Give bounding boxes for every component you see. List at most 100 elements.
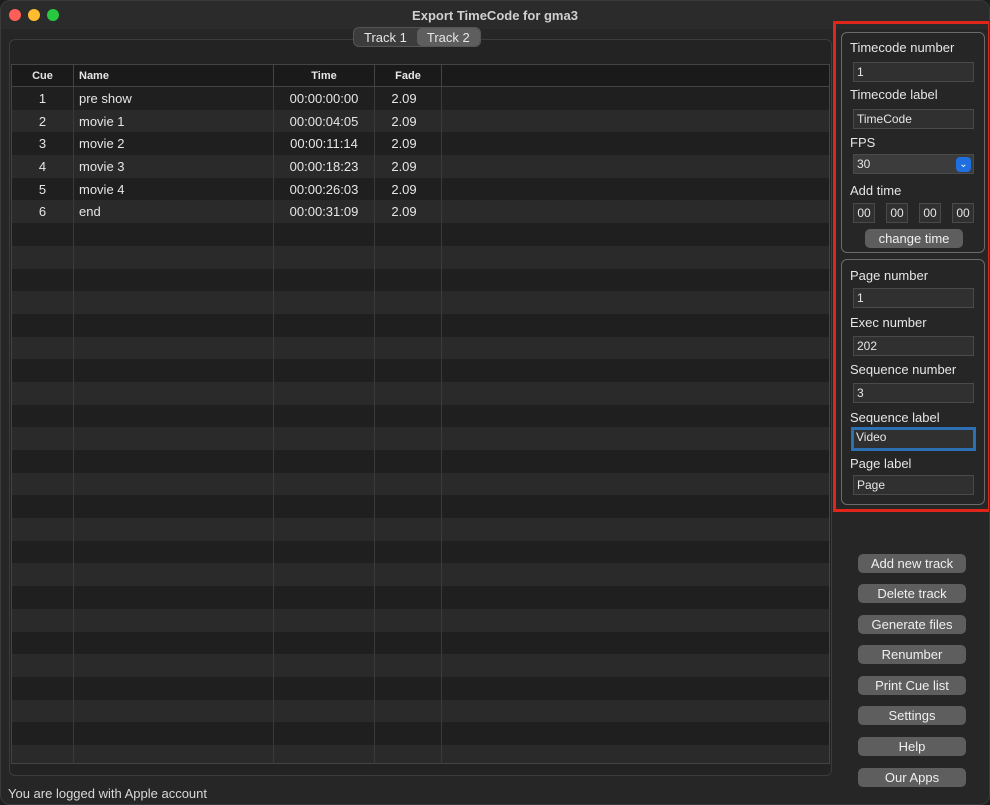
table-row[interactable] bbox=[12, 744, 829, 763]
cell-fade bbox=[375, 291, 442, 314]
table-row[interactable] bbox=[12, 540, 829, 564]
page-label-field[interactable]: Page bbox=[853, 475, 974, 495]
cell-time bbox=[274, 291, 375, 314]
table-row[interactable]: 1 pre show 00:00:00:00 2.09 bbox=[12, 87, 829, 110]
table-row[interactable] bbox=[12, 563, 829, 587]
sequence-number-field[interactable]: 3 bbox=[853, 383, 974, 403]
cell-empty bbox=[442, 677, 829, 700]
table-row[interactable] bbox=[12, 472, 829, 496]
table-row[interactable] bbox=[12, 336, 829, 360]
delete-track-button[interactable]: Delete track bbox=[858, 584, 966, 603]
table-row[interactable] bbox=[12, 381, 829, 405]
cell-time bbox=[274, 472, 375, 496]
add-time-seconds[interactable]: 00 bbox=[919, 203, 941, 223]
table-row[interactable] bbox=[12, 586, 829, 609]
cell-fade bbox=[375, 359, 442, 382]
cell-fade bbox=[375, 404, 442, 428]
cell-time bbox=[274, 608, 375, 632]
table-row[interactable] bbox=[12, 404, 829, 428]
table-row[interactable] bbox=[12, 722, 829, 745]
table-row[interactable] bbox=[12, 223, 829, 246]
cell-empty bbox=[442, 359, 829, 382]
cell-cue bbox=[12, 744, 74, 763]
cell-fade: 2.09 bbox=[375, 200, 442, 224]
table-row[interactable] bbox=[12, 268, 829, 292]
cell-name bbox=[74, 608, 274, 632]
generate-files-button[interactable]: Generate files bbox=[858, 615, 966, 634]
track-tabs: Track 1 Track 2 bbox=[353, 27, 481, 47]
table-row[interactable] bbox=[12, 631, 829, 655]
cell-name bbox=[74, 676, 274, 700]
cell-fade bbox=[375, 699, 442, 723]
table-row[interactable] bbox=[12, 699, 829, 723]
table-row[interactable] bbox=[12, 245, 829, 269]
cell-name bbox=[74, 450, 274, 473]
cell-name: movie 1 bbox=[74, 109, 274, 133]
table-row[interactable]: 4 movie 3 00:00:18:23 2.09 bbox=[12, 155, 829, 178]
add-time-minutes[interactable]: 00 bbox=[886, 203, 908, 223]
cell-time bbox=[274, 722, 375, 745]
column-header-name[interactable]: Name bbox=[74, 65, 274, 87]
cell-cue bbox=[12, 654, 74, 677]
table-row[interactable] bbox=[12, 313, 829, 337]
help-button[interactable]: Help bbox=[858, 737, 966, 756]
cell-fade bbox=[375, 722, 442, 745]
add-time-label: Add time bbox=[850, 183, 902, 198]
column-header-time[interactable]: Time bbox=[274, 65, 375, 87]
table-row[interactable] bbox=[12, 518, 829, 541]
cell-name bbox=[74, 495, 274, 519]
cell-fade bbox=[375, 654, 442, 677]
table-row[interactable]: 6 end 00:00:31:09 2.09 bbox=[12, 200, 829, 224]
tab-track-1[interactable]: Track 1 bbox=[354, 28, 417, 46]
cell-time: 00:00:31:09 bbox=[274, 200, 375, 224]
page-number-field[interactable]: 1 bbox=[853, 288, 974, 308]
table-row[interactable] bbox=[12, 450, 829, 473]
cell-fade bbox=[375, 427, 442, 450]
timecode-label-field[interactable]: TimeCode bbox=[853, 109, 974, 129]
cell-time bbox=[274, 268, 375, 292]
cell-empty bbox=[442, 405, 829, 428]
table-row[interactable] bbox=[12, 654, 829, 677]
table-row[interactable]: 3 movie 2 00:00:11:14 2.09 bbox=[12, 132, 829, 156]
table-row[interactable]: 2 movie 1 00:00:04:05 2.09 bbox=[12, 109, 829, 133]
table-row[interactable] bbox=[12, 608, 829, 632]
settings-button[interactable]: Settings bbox=[858, 706, 966, 725]
cell-name bbox=[74, 404, 274, 428]
column-header-fade[interactable]: Fade bbox=[375, 65, 442, 87]
cell-name bbox=[74, 518, 274, 541]
table-row[interactable] bbox=[12, 359, 829, 382]
print-cue-list-button[interactable]: Print Cue list bbox=[858, 676, 966, 695]
add-time-frames[interactable]: 00 bbox=[952, 203, 974, 223]
timecode-panel: Timecode number 1 Timecode label TimeCod… bbox=[841, 32, 985, 253]
timecode-number-field[interactable]: 1 bbox=[853, 62, 974, 82]
exec-number-field[interactable]: 202 bbox=[853, 336, 974, 356]
column-header-cue[interactable]: Cue bbox=[12, 65, 74, 87]
cell-fade bbox=[375, 608, 442, 632]
tab-track-2[interactable]: Track 2 bbox=[416, 28, 480, 46]
table-row[interactable] bbox=[12, 495, 829, 519]
table-row[interactable]: 5 movie 4 00:00:26:03 2.09 bbox=[12, 177, 829, 201]
cell-name bbox=[74, 563, 274, 587]
cell-cue: 3 bbox=[12, 132, 74, 156]
cell-cue bbox=[12, 404, 74, 428]
fps-select[interactable]: 30 ⌄ bbox=[853, 154, 974, 174]
cell-name bbox=[74, 722, 274, 745]
our-apps-button[interactable]: Our Apps bbox=[858, 768, 966, 787]
cell-cue bbox=[12, 336, 74, 360]
table-row[interactable] bbox=[12, 676, 829, 700]
add-new-track-button[interactable]: Add new track bbox=[858, 554, 966, 573]
cell-empty bbox=[442, 450, 829, 473]
change-time-button[interactable]: change time bbox=[865, 229, 963, 248]
table-header: Cue Name Time Fade bbox=[12, 65, 829, 87]
cell-cue bbox=[12, 313, 74, 337]
table-row[interactable] bbox=[12, 291, 829, 314]
sequence-label-field[interactable]: Video bbox=[851, 427, 976, 451]
fps-value: 30 bbox=[857, 157, 871, 171]
cell-fade: 2.09 bbox=[375, 87, 442, 110]
table-row[interactable] bbox=[12, 427, 829, 450]
add-time-hours[interactable]: 00 bbox=[853, 203, 875, 223]
sequence-number-label: Sequence number bbox=[850, 362, 957, 377]
chevron-down-icon: ⌄ bbox=[956, 157, 971, 172]
renumber-button[interactable]: Renumber bbox=[858, 645, 966, 664]
cell-name bbox=[74, 631, 274, 655]
